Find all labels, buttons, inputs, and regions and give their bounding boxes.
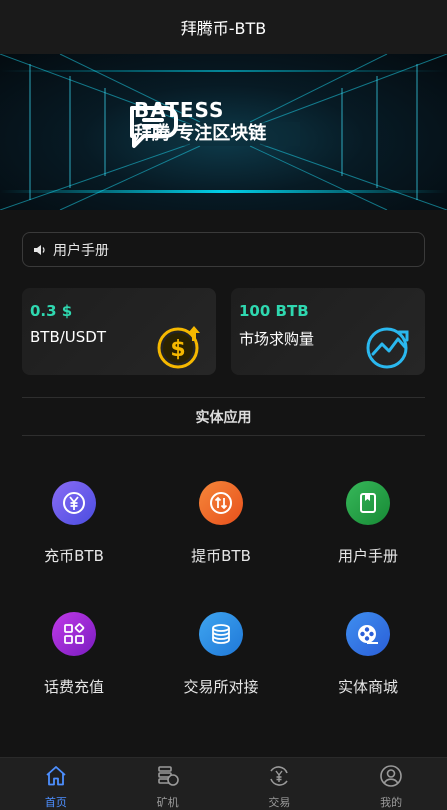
user-icon (380, 765, 402, 787)
notice-text: 用户手册 (53, 242, 109, 259)
tab-miner[interactable]: 矿机 (112, 758, 224, 810)
tab-profile[interactable]: 我的 (335, 758, 447, 810)
section-title-text: 实体应用 (195, 409, 252, 426)
price-value: 0.3 $ (30, 302, 73, 320)
grid-label: 用户手册 (337, 547, 398, 565)
demand-label: 市场求购量 (239, 330, 315, 348)
grid-label: 交易所对接 (183, 678, 259, 696)
grid-item-withdraw[interactable]: 提币BTB (151, 481, 291, 566)
tab-label: 我的 (380, 796, 403, 809)
grid-label: 充币BTB (44, 547, 104, 565)
notice-bar[interactable]: 用户手册 (22, 232, 425, 267)
film-reel-icon (346, 612, 390, 656)
price-label: BTB/USDT (30, 328, 107, 346)
grid-item-store[interactable]: 实体商城 (298, 612, 438, 697)
tab-label: 交易 (268, 796, 291, 809)
price-card[interactable]: 0.3 $ BTB/USDT $ (22, 288, 216, 375)
miner-icon (157, 766, 179, 786)
grid-label: 提币BTB (191, 547, 251, 565)
svg-text:$: $ (170, 337, 185, 362)
grid-item-manual[interactable]: 用户手册 (298, 481, 438, 566)
tab-home[interactable]: 首页 (0, 758, 112, 810)
tab-label: 矿机 (156, 796, 179, 809)
database-icon (199, 612, 243, 656)
demand-card[interactable]: 100 BTB 市场求购量 (231, 288, 425, 375)
chat-logo-icon (130, 106, 178, 148)
grid-item-exchange[interactable]: 交易所对接 (151, 612, 291, 697)
brand-logo: BATESS 拜腾 专注区块链 (124, 98, 266, 148)
grid-label: 实体商城 (337, 678, 398, 696)
section-title: 实体应用 (22, 397, 425, 436)
tab-label: 首页 (44, 796, 67, 809)
grid-item-topup[interactable]: 话费充值 (4, 612, 144, 697)
bottom-tab-bar: 首页 矿机 交易 我的 (0, 757, 447, 810)
transfer-icon (199, 481, 243, 525)
speaker-icon (33, 243, 47, 257)
grid-item-deposit[interactable]: 充币BTB (4, 481, 144, 566)
apps-icon (52, 612, 96, 656)
app-header: 拜腾币-BTB (0, 0, 447, 54)
trend-chart-icon (366, 327, 409, 369)
banner[interactable]: BATESS 拜腾 专注区块链 (0, 54, 447, 210)
dollar-coin-icon: $ (157, 326, 200, 369)
tab-trade[interactable]: 交易 (224, 758, 336, 810)
yuan-coin-icon (52, 481, 96, 525)
home-icon (46, 766, 66, 786)
demand-value: 100 BTB (239, 302, 309, 320)
page-title: 拜腾币-BTB (180, 19, 267, 38)
exchange-icon (270, 766, 289, 786)
book-icon (346, 481, 390, 525)
grid-label: 话费充值 (43, 678, 104, 696)
